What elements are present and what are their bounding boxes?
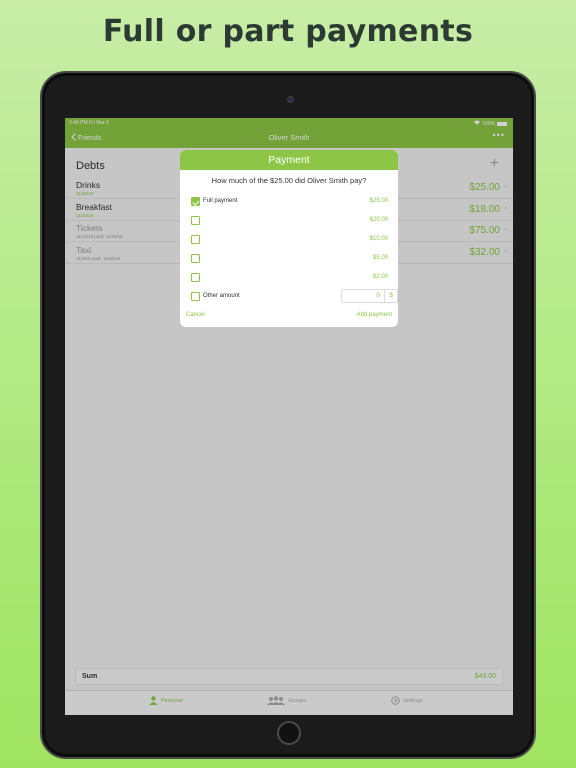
option-amount-5[interactable]: $5.00 (191, 254, 388, 265)
camera-icon (287, 96, 294, 103)
ipad-frame: 2:46 PM Fri Mar 6 100% Friends Oliver Sm… (40, 71, 536, 759)
option-amount-10[interactable]: $10.00 (191, 235, 388, 246)
checkbox[interactable] (191, 273, 200, 282)
dialog-question: How much of the $25.00 did Oliver Smith … (211, 176, 367, 185)
option-amount-2[interactable]: $2.00 (191, 273, 388, 284)
option-other-amount[interactable]: Other amount 0 $ (191, 289, 398, 303)
option-amount: $2.00 (372, 274, 388, 280)
checkbox-checked[interactable] (191, 197, 200, 206)
other-amount-value: 0 (376, 292, 380, 299)
headline: Full or part payments (102, 14, 474, 49)
app-screen: 2:46 PM Fri Mar 6 100% Friends Oliver Sm… (65, 118, 513, 715)
cancel-button[interactable]: Cancel (186, 312, 205, 318)
checkbox[interactable] (191, 216, 200, 225)
option-amount: $5.00 (372, 255, 388, 261)
option-label: Full payment (203, 198, 238, 204)
option-amount: $10.00 (369, 236, 388, 242)
add-payment-button[interactable]: Add payment (357, 312, 392, 318)
checkbox[interactable] (191, 292, 200, 301)
dialog-title: Payment (180, 150, 398, 170)
payment-dialog: Payment How much of the $25.00 did Olive… (180, 150, 398, 327)
other-amount-input[interactable]: 0 $ (341, 289, 398, 303)
checkbox[interactable] (191, 235, 200, 244)
option-amount: $25.00 (369, 198, 388, 204)
currency-label: $ (384, 290, 397, 302)
option-full-payment[interactable]: Full payment $25.00 (191, 197, 388, 208)
checkbox[interactable] (191, 254, 200, 263)
option-amount: $20.00 (369, 217, 388, 223)
home-button[interactable] (277, 721, 301, 745)
option-label: Other amount (203, 293, 240, 299)
option-amount-20[interactable]: $20.00 (191, 216, 388, 227)
